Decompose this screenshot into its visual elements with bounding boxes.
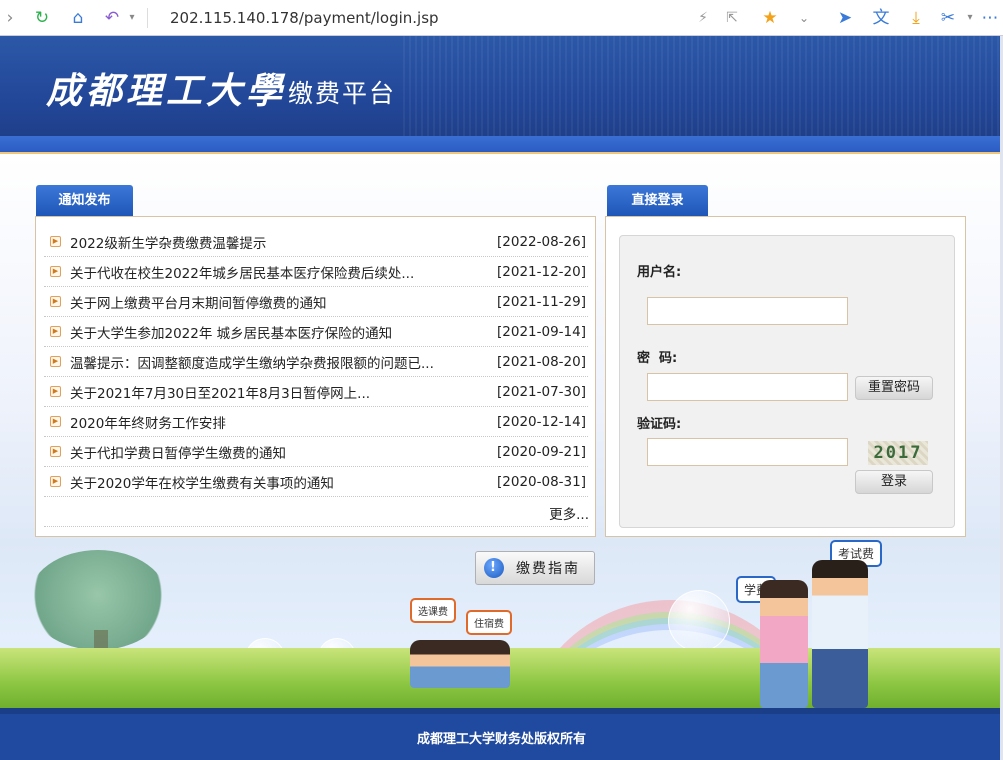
- header-decoration: [403, 36, 1003, 136]
- university-logo: 成都理工大學: [46, 70, 287, 112]
- translate-icon[interactable]: 文: [871, 8, 891, 28]
- refresh-icon[interactable]: ↻: [32, 8, 52, 28]
- notice-panel: ▶ 2022级新生学杂费缴费温馨提示 [2022-08-26] ▶ 关于代收在校生20…: [35, 216, 596, 537]
- notice-date: [2020-08-31]: [497, 473, 586, 490]
- notice-item[interactable]: ▶ 关于网上缴费平台月末期间暂停缴费的通知 [2021-11-29]: [44, 287, 588, 317]
- scissors-icon[interactable]: ✂: [938, 8, 958, 28]
- site-footer: 成都理工大学财务处版权所有: [0, 708, 1003, 760]
- login-button[interactable]: 登录: [855, 470, 933, 494]
- notice-item[interactable]: ▶ 2022级新生学杂费缴费温馨提示 [2022-08-26]: [44, 227, 588, 257]
- payment-guide-label: 缴费指南: [516, 561, 580, 577]
- download-icon[interactable]: ⤓: [906, 8, 926, 28]
- notice-title[interactable]: 关于网上缴费平台月末期间暂停缴费的通知: [70, 292, 488, 312]
- notice-date: [2021-08-20]: [497, 353, 586, 370]
- menu-icon[interactable]: ⋯: [980, 8, 1000, 28]
- tab-direct-login[interactable]: 直接登录: [607, 185, 708, 217]
- divider: [44, 526, 588, 527]
- bubble-graphic: [668, 590, 730, 652]
- student-girl-graphic: [760, 580, 808, 708]
- browser-toolbar: › ↻ ⌂ ↶ ▾ 202.115.140.178/payment/login.…: [0, 0, 1003, 36]
- students-lying-graphic: [410, 640, 510, 688]
- arrow-bullet-icon: ▶: [50, 266, 61, 277]
- notice-date: [2021-07-30]: [497, 383, 586, 400]
- captcha-field[interactable]: [647, 438, 848, 466]
- copyright-text: 成都理工大学财务处版权所有: [416, 732, 586, 747]
- chevron-down-icon[interactable]: ▾: [960, 8, 980, 28]
- star-icon[interactable]: ★: [760, 8, 780, 28]
- notice-item[interactable]: ▶ 关于2020学年在校学生缴费有关事项的通知 [2020-08-31]: [44, 467, 588, 497]
- captcha-image[interactable]: 2017: [868, 441, 928, 465]
- notice-title[interactable]: 2022级新生学杂费缴费温馨提示: [70, 232, 488, 252]
- site-title: 缴费平台: [288, 79, 397, 108]
- arrow-bullet-icon: ▶: [50, 476, 61, 487]
- notice-title[interactable]: 2020年年终财务工作安排: [70, 412, 488, 432]
- site-header: 成都理工大學 缴费平台: [0, 36, 1003, 136]
- notice-title[interactable]: 关于大学生参加2022年 城乡居民基本医疗保险的通知: [70, 322, 488, 342]
- username-field[interactable]: [647, 297, 848, 325]
- notice-item[interactable]: ▶ 关于2021年7月30日至2021年8月3日暂停网上... [2021-07-3…: [44, 377, 588, 407]
- header-strip: [0, 136, 1003, 154]
- info-icon: !: [484, 558, 504, 578]
- undo-icon[interactable]: ↶: [102, 8, 122, 28]
- chevron-down-icon[interactable]: ⌄: [794, 8, 814, 28]
- more-link[interactable]: 更多...: [549, 503, 589, 523]
- notice-date: [2021-09-14]: [497, 323, 586, 340]
- notice-item[interactable]: ▶ 关于代收在校生2022年城乡居民基本医疗保险费后续处... [2021-12-2…: [44, 257, 588, 287]
- notice-date: [2021-11-29]: [497, 293, 586, 310]
- arrow-bullet-icon: ▶: [50, 356, 61, 367]
- share-icon[interactable]: ⇱: [722, 8, 742, 28]
- username-label: 用户名:: [637, 265, 682, 280]
- notice-date: [2020-12-14]: [497, 413, 586, 430]
- notice-item[interactable]: ▶ 2020年年终财务工作安排 [2020-12-14]: [44, 407, 588, 437]
- password-label: 密 码:: [637, 351, 678, 366]
- home-icon[interactable]: ⌂: [68, 8, 88, 28]
- login-panel: 用户名: 密 码: 重置密码 验证码: 2017 登录: [605, 216, 966, 537]
- arrow-bullet-icon: ▶: [50, 386, 61, 397]
- notice-item[interactable]: ▶ 关于代扣学费日暂停学生缴费的通知 [2020-09-21]: [44, 437, 588, 467]
- notice-title[interactable]: 关于代扣学费日暂停学生缴费的通知: [70, 442, 488, 462]
- tab-notices[interactable]: 通知发布: [36, 185, 133, 217]
- notice-date: [2021-12-20]: [497, 263, 586, 280]
- notice-title[interactable]: 关于2021年7月30日至2021年8月3日暂停网上...: [70, 382, 488, 402]
- toolbar-divider: [147, 8, 148, 28]
- chevron-down-icon[interactable]: ▾: [122, 8, 142, 28]
- notice-date: [2020-09-21]: [497, 443, 586, 460]
- arrow-bullet-icon: ▶: [50, 446, 61, 457]
- speech-bubble: 住宿费: [466, 610, 512, 635]
- captcha-label: 验证码:: [637, 417, 682, 432]
- notice-title[interactable]: 温馨提示：因调整额度造成学生缴纳学杂费报限额的问题已...: [70, 352, 488, 372]
- notice-title[interactable]: 关于代收在校生2022年城乡居民基本医疗保险费后续处...: [70, 262, 488, 282]
- student-boy-graphic: [812, 560, 868, 708]
- arrow-bullet-icon: ▶: [50, 416, 61, 427]
- notice-item[interactable]: ▶ 关于大学生参加2022年 城乡居民基本医疗保险的通知 [2021-09-14]: [44, 317, 588, 347]
- arrow-bullet-icon: ▶: [50, 326, 61, 337]
- reset-password-button[interactable]: 重置密码: [855, 376, 933, 400]
- bird-icon[interactable]: ➤: [835, 8, 855, 28]
- arrow-bullet-icon: ▶: [50, 296, 61, 307]
- lightning-icon[interactable]: ⚡: [693, 8, 713, 28]
- notice-date: [2022-08-26]: [497, 233, 586, 250]
- notice-title[interactable]: 关于2020学年在校学生缴费有关事项的通知: [70, 472, 488, 492]
- arrow-bullet-icon: ▶: [50, 236, 61, 247]
- sidebar-toggle-icon[interactable]: ›: [0, 8, 20, 28]
- payment-guide-button[interactable]: ! 缴费指南: [475, 551, 595, 585]
- login-form: 用户名: 密 码: 重置密码 验证码: 2017 登录: [619, 235, 955, 528]
- speech-bubble: 选课费: [410, 598, 456, 623]
- notice-item[interactable]: ▶ 温馨提示：因调整额度造成学生缴纳学杂费报限额的问题已... [2021-08-2…: [44, 347, 588, 377]
- notice-list: ▶ 2022级新生学杂费缴费温馨提示 [2022-08-26] ▶ 关于代收在校生20…: [44, 227, 588, 497]
- address-bar[interactable]: 202.115.140.178/payment/login.jsp: [170, 9, 439, 27]
- password-field[interactable]: [647, 373, 848, 401]
